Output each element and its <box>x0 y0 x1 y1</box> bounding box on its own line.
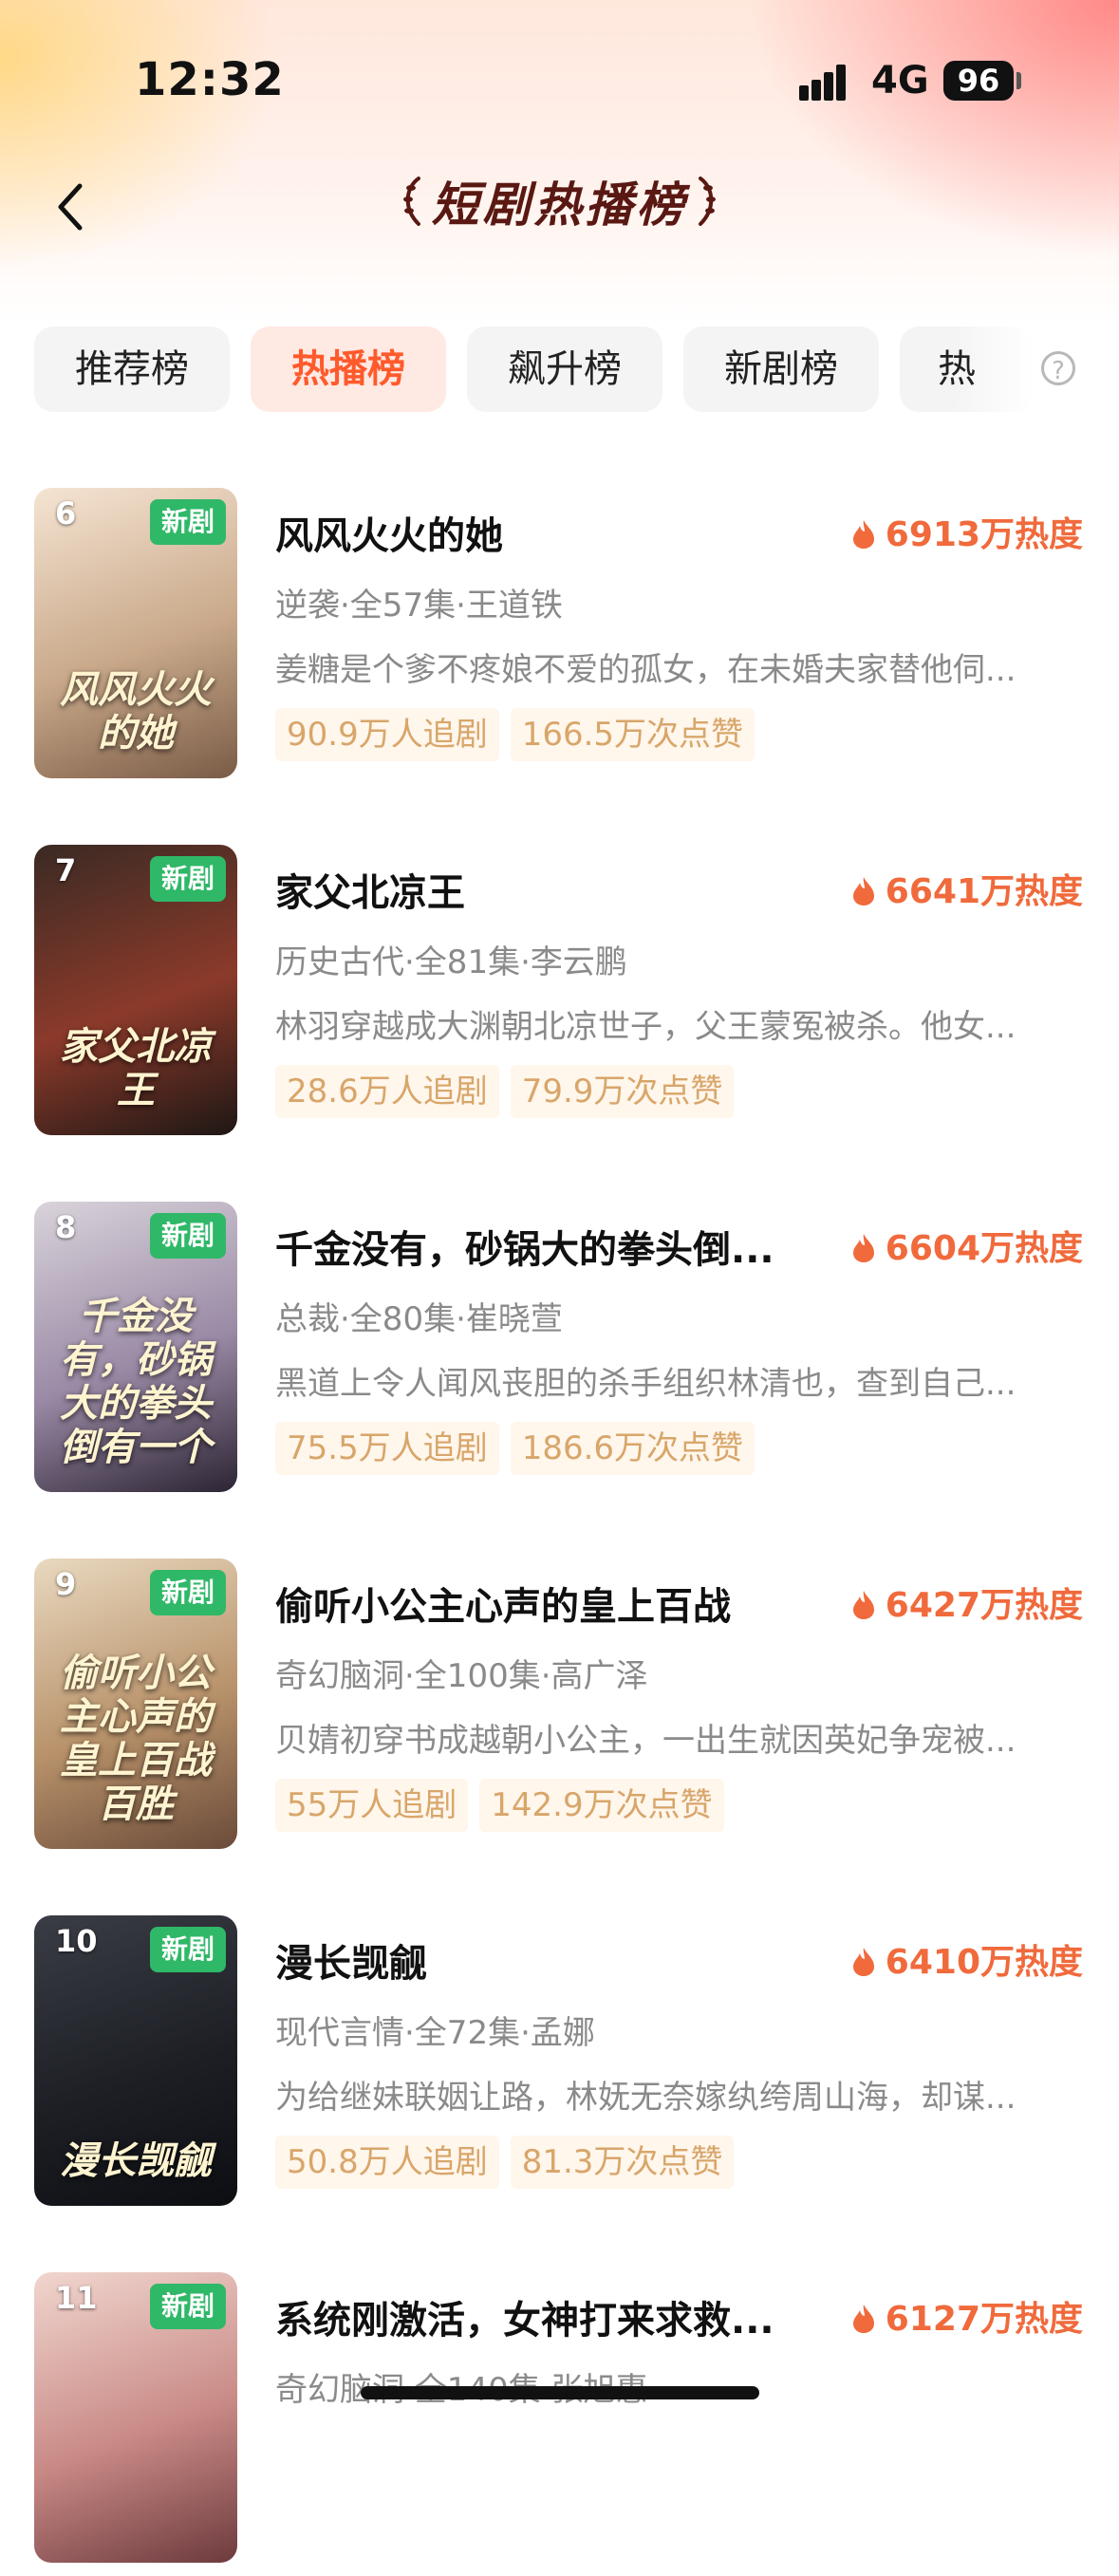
followers-tag: 28.6万人追剧 <box>275 1065 499 1118</box>
drama-meta: 总裁·全80集·崔晓萱 <box>275 1300 563 1338</box>
stats: 90.9万人追剧 166.5万次点赞 <box>275 708 766 761</box>
followers-tag: 75.5万人追剧 <box>275 1422 499 1475</box>
rank-number: 11 <box>55 2280 98 2316</box>
laurel-right-icon <box>698 177 716 226</box>
heat-score: 6604万热度 <box>851 1221 1083 1270</box>
drama-description: 林羽穿越成大渊朝北凉世子，父王蒙冤被杀。他女... <box>275 1008 1016 1046</box>
status-bar: 12:32 4G 96 <box>0 0 1119 161</box>
new-badge: 新剧 <box>149 1213 226 1259</box>
heat-score: 6127万热度 <box>851 2291 1083 2341</box>
stats: 75.5万人追剧 186.6万次点赞 <box>275 1422 766 1475</box>
flame-icon <box>852 2305 874 2333</box>
tab-rising[interactable]: 飙升榜 <box>467 327 662 412</box>
new-badge: 新剧 <box>149 856 226 902</box>
page-title: 短剧热播榜 <box>431 177 688 233</box>
rank-number: 6 <box>55 495 77 532</box>
new-badge: 新剧 <box>149 2284 226 2329</box>
drama-title[interactable]: 漫长觊觎 <box>275 1932 807 1988</box>
tab-new[interactable]: 新剧榜 <box>683 327 879 412</box>
drama-title[interactable]: 家父北凉王 <box>275 862 807 917</box>
drama-title[interactable]: 偷听小公主心声的皇上百战 <box>275 1576 807 1631</box>
battery-tip <box>1016 72 1021 89</box>
stats: 50.8万人追剧 81.3万次点赞 <box>275 2136 745 2189</box>
heat-value: 6641万热度 <box>885 872 1083 911</box>
battery-icon: 96 <box>943 61 1014 101</box>
list-item[interactable]: 11 新剧 系统刚激活，女神打来求救... 6127万热度 奇幻脑洞·全140集… <box>0 2272 1119 2576</box>
laurel-left-icon <box>403 177 421 226</box>
rank-number: 9 <box>55 1566 77 1602</box>
poster-title: 偷听小公主心声的皇上百战百胜 <box>60 1651 212 1826</box>
tab-recommend[interactable]: 推荐榜 <box>34 327 230 412</box>
heat-value: 6127万热度 <box>885 2300 1083 2339</box>
poster-image[interactable]: 7 新剧 家父北凉王 <box>34 845 237 1135</box>
heat-value: 6604万热度 <box>885 1229 1083 1268</box>
new-badge: 新剧 <box>149 1927 226 1972</box>
poster-title: 家父北凉王 <box>60 1024 212 1112</box>
heat-score: 6427万热度 <box>851 1577 1083 1627</box>
heat-value: 6913万热度 <box>885 515 1083 554</box>
tab-more[interactable]: 热 <box>900 327 1033 412</box>
heat-value: 6427万热度 <box>885 1586 1083 1625</box>
stats: 28.6万人追剧 79.9万次点赞 <box>275 1065 745 1118</box>
drama-title[interactable]: 千金没有，砂锅大的拳头倒... <box>275 1219 807 1274</box>
drama-meta: 历史古代·全81集·李云鹏 <box>275 943 627 981</box>
list-item[interactable]: 10 新剧 漫长觊觎 漫长觊觎 6410万热度 现代言情·全72集·孟娜 为给继… <box>0 1915 1119 2219</box>
drama-meta: 现代言情·全72集·孟娜 <box>275 2014 595 2052</box>
stats: 55万人追剧 142.9万次点赞 <box>275 1779 736 1832</box>
ranking-tabs: 推荐榜 热播榜 飙升榜 新剧榜 热 <box>34 327 1119 412</box>
flame-icon <box>852 1948 874 1976</box>
flame-icon <box>852 1591 874 1619</box>
poster-image[interactable]: 6 新剧 风风火火的她 <box>34 488 237 778</box>
followers-tag: 50.8万人追剧 <box>275 2136 499 2189</box>
rank-number: 7 <box>55 852 77 888</box>
drama-meta: 逆袭·全57集·王道铁 <box>275 587 563 625</box>
network-type: 4G <box>871 59 929 103</box>
list-item[interactable]: 8 新剧 千金没有，砂锅大的拳头倒有一个 千金没有，砂锅大的拳头倒... 660… <box>0 1202 1119 1505</box>
poster-image[interactable]: 8 新剧 千金没有，砂锅大的拳头倒有一个 <box>34 1202 237 1492</box>
heat-value: 6410万热度 <box>885 1943 1083 1982</box>
followers-tag: 55万人追剧 <box>275 1779 469 1832</box>
likes-tag: 81.3万次点赞 <box>510 2136 735 2189</box>
poster-title: 风风火火的她 <box>60 667 212 756</box>
heat-score: 6410万热度 <box>851 1934 1083 1984</box>
signal-icon <box>799 63 858 101</box>
drama-title[interactable]: 风风火火的她 <box>275 505 807 560</box>
flame-icon <box>852 877 874 905</box>
followers-tag: 90.9万人追剧 <box>275 708 499 761</box>
list-item[interactable]: 6 新剧 风风火火的她 风风火火的她 6913万热度 逆袭·全57集·王道铁 姜… <box>0 488 1119 792</box>
list-item[interactable]: 7 新剧 家父北凉王 家父北凉王 6641万热度 历史古代·全81集·李云鹏 林… <box>0 845 1119 1148</box>
drama-description: 姜糖是个爹不疼娘不爱的孤女，在未婚夫家替他伺... <box>275 651 1016 689</box>
tab-hot[interactable]: 热播榜 <box>251 327 446 412</box>
flame-icon <box>852 520 874 549</box>
home-indicator <box>361 2386 759 2399</box>
likes-tag: 186.6万次点赞 <box>510 1422 755 1475</box>
title-wrap: 短剧热播榜 <box>0 167 1119 235</box>
new-badge: 新剧 <box>149 1570 226 1615</box>
drama-meta: 奇幻脑洞·全100集·高广泽 <box>275 1657 648 1695</box>
poster-image[interactable]: 10 新剧 漫长觊觎 <box>34 1915 237 2206</box>
drama-title[interactable]: 系统刚激活，女神打来求救... <box>275 2289 807 2344</box>
poster-title: 漫长觊觎 <box>60 2138 212 2183</box>
drama-description: 为给继妹联姻让路，林妩无奈嫁纨绔周山海，却谋... <box>275 2079 1016 2117</box>
rank-number: 10 <box>55 1923 98 1959</box>
poster-title: 千金没有，砂锅大的拳头倒有一个 <box>60 1294 212 1469</box>
likes-tag: 142.9万次点赞 <box>479 1779 724 1832</box>
likes-tag: 166.5万次点赞 <box>510 708 755 761</box>
help-icon[interactable]: ? <box>1041 351 1075 385</box>
drama-description: 黑道上令人闻风丧胆的杀手组织林清也，查到自己... <box>275 1365 1016 1403</box>
rank-number: 8 <box>55 1209 77 1245</box>
likes-tag: 79.9万次点赞 <box>510 1065 735 1118</box>
status-time: 12:32 <box>135 53 285 106</box>
list-item[interactable]: 9 新剧 偷听小公主心声的皇上百战百胜 偷听小公主心声的皇上百战 6427万热度… <box>0 1559 1119 1862</box>
flame-icon <box>852 1234 874 1262</box>
nav-bar: 短剧热播榜 <box>0 161 1119 256</box>
poster-image[interactable]: 9 新剧 偷听小公主心声的皇上百战百胜 <box>34 1559 237 1849</box>
poster-image[interactable]: 11 新剧 <box>34 2272 237 2563</box>
drama-description: 贝婧初穿书成越朝小公主，一出生就因英妃争宠被... <box>275 1722 1016 1760</box>
heat-score: 6641万热度 <box>851 864 1083 913</box>
heat-score: 6913万热度 <box>851 507 1083 556</box>
new-badge: 新剧 <box>149 499 226 545</box>
